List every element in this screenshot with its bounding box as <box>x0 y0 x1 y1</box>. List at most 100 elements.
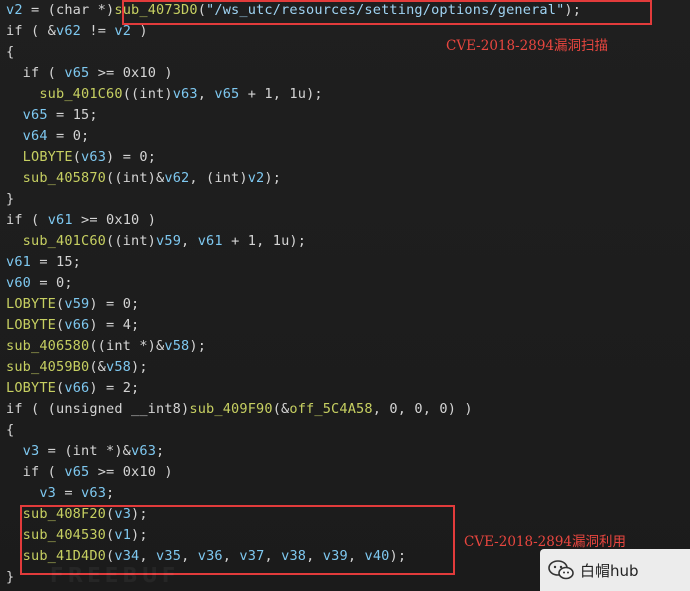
code-token: v3 <box>39 485 57 501</box>
code-token: = 15; <box>31 254 82 270</box>
code-token: sub_401C60 <box>39 86 123 102</box>
code-line: if ( v61 >= 0x10 ) <box>6 210 156 231</box>
code-line: LOBYTE(v59) = 0; <box>6 294 139 315</box>
code-line: LOBYTE(v66) = 4; <box>6 315 139 336</box>
scan-highlight-box <box>122 0 652 25</box>
code-token: , <box>181 233 198 249</box>
code-token: v66 <box>64 317 90 333</box>
code-token: v2 <box>247 170 265 186</box>
code-token: , 0, 0, 0) ) <box>372 401 473 417</box>
code-token: ((int) <box>106 233 157 249</box>
code-token: if <box>6 65 40 81</box>
code-token: v60 <box>6 275 32 291</box>
code-token: ) = 0; <box>89 296 140 312</box>
code-token: ( <box>22 212 48 228</box>
code-line: sub_405870((int)&v62, (int)v2); <box>6 168 281 189</box>
code-token: v61 <box>6 254 32 270</box>
code-token: >= 0x10 ) <box>89 65 173 81</box>
code-line: if ( v65 >= 0x10 ) <box>6 462 173 483</box>
scan-annotation: CVE-2018-2894漏洞扫描 <box>446 38 609 54</box>
code-token: v66 <box>64 380 90 396</box>
code-token: if <box>6 23 23 39</box>
code-token: LOBYTE <box>22 149 73 165</box>
code-token: { <box>6 422 15 438</box>
code-token: } <box>6 191 15 207</box>
code-token: LOBYTE <box>6 296 57 312</box>
code-token: v65 <box>214 86 240 102</box>
code-token: = 0; <box>47 128 90 144</box>
code-line: { <box>6 420 14 441</box>
code-line: } <box>6 189 14 210</box>
code-line: v3 = (int *)&v63; <box>6 441 165 462</box>
code-line: v65 = 15; <box>6 105 98 126</box>
code-token: ) <box>131 23 148 39</box>
code-token: ); <box>131 359 148 375</box>
code-line: LOBYTE(v66) = 2; <box>6 378 139 399</box>
code-token: (& <box>89 359 107 375</box>
code-token: , <box>197 86 215 102</box>
code-line: { <box>6 42 14 63</box>
code-token: ); <box>264 170 282 186</box>
code-token: v58 <box>164 338 190 354</box>
code-token: >= 0x10 ) <box>72 212 157 228</box>
code-token: v65 <box>22 107 48 123</box>
code-token: v61 <box>197 233 223 249</box>
code-token: = (int *)& <box>39 443 132 459</box>
code-token: if <box>6 212 23 228</box>
code-token: v63 <box>172 86 198 102</box>
exploit-annotation: CVE-2018-2894漏洞利用 <box>464 534 627 550</box>
decompiled-code-view: v2 = (char *)sub_4073D0("/ws_utc/resourc… <box>0 0 690 591</box>
code-token: ); <box>189 338 207 354</box>
code-token: ((int)& <box>106 170 165 186</box>
code-token: ((int) <box>122 86 173 102</box>
code-token: sub_401C60 <box>22 233 107 249</box>
code-line: if ( (unsigned __int8)sub_409F90(&off_5C… <box>6 399 473 420</box>
code-line: LOBYTE(v63) = 0; <box>6 147 156 168</box>
code-line: v61 = 15; <box>6 252 81 273</box>
code-token: ; <box>106 485 115 501</box>
code-token: v63 <box>81 485 107 501</box>
code-line: if ( v65 >= 0x10 ) <box>6 63 173 84</box>
code-line: v60 = 0; <box>6 273 73 294</box>
code-line: sub_401C60((int)v63, v65 + 1, 1u); <box>6 84 323 105</box>
code-token: v64 <box>22 128 48 144</box>
code-token: (& <box>272 401 290 417</box>
code-token: ( <box>72 149 82 165</box>
code-token: + 1, 1u); <box>239 86 323 102</box>
code-token: if <box>6 464 40 480</box>
code-token: sub_405870 <box>22 170 107 186</box>
code-token: = 0; <box>31 275 73 291</box>
code-token: v2 <box>6 2 23 18</box>
watermark-badge: 白帽hub <box>540 549 690 591</box>
code-token: ; <box>156 443 165 459</box>
code-token: ( <box>39 464 65 480</box>
code-token: v63 <box>131 443 157 459</box>
code-token: v65 <box>64 65 90 81</box>
code-token: ) = 0; <box>106 149 157 165</box>
watermark-text: 白帽hub <box>580 561 639 580</box>
code-token: v3 <box>22 443 40 459</box>
code-token: v58 <box>106 359 132 375</box>
code-token: v59 <box>156 233 182 249</box>
code-token: sub_406580 <box>6 338 90 354</box>
code-token: sub_4059B0 <box>6 359 90 375</box>
code-line: v64 = 0; <box>6 126 90 147</box>
code-token: v63 <box>81 149 107 165</box>
code-token: v62 <box>164 170 190 186</box>
code-line: sub_406580((int *)&v58); <box>6 336 206 357</box>
code-token: ) = 4; <box>89 317 140 333</box>
code-token: , (int) <box>189 170 248 186</box>
wechat-icon <box>548 560 574 580</box>
code-token: LOBYTE <box>6 317 57 333</box>
code-token: >= 0x10 ) <box>89 464 173 480</box>
code-token: v61 <box>47 212 73 228</box>
code-token: } <box>6 569 15 585</box>
code-token: != <box>81 23 115 39</box>
